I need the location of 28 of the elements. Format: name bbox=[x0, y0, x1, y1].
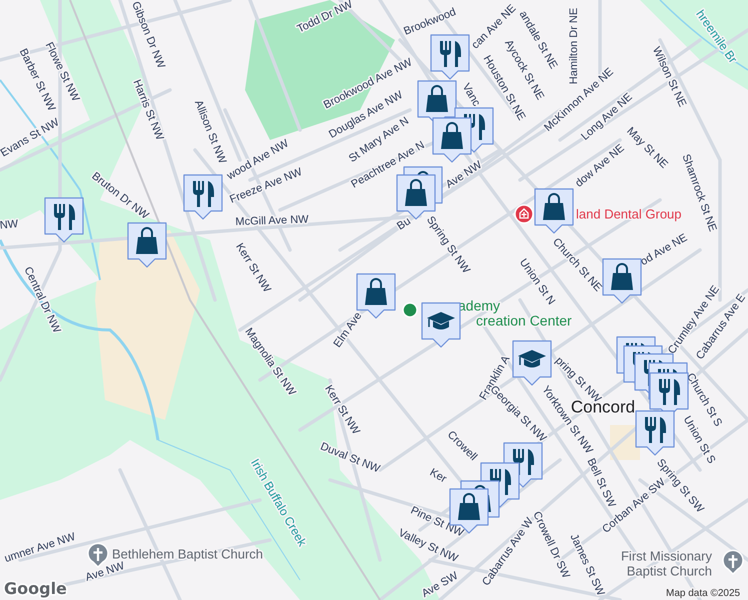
place-label: land Dental Group bbox=[576, 206, 682, 222]
place-label: creation Center bbox=[476, 312, 572, 329]
street-label: Hamilton Dr NE bbox=[568, 8, 580, 84]
google-logo: Google bbox=[4, 579, 67, 598]
street-label: Ave NW bbox=[84, 560, 126, 584]
street-label: Bell St SW bbox=[584, 456, 618, 510]
street-label: Duval St NW bbox=[318, 440, 382, 476]
place-label: Baptist Church bbox=[626, 563, 712, 578]
street-label: Ker bbox=[428, 466, 448, 486]
street-label: NW bbox=[0, 218, 19, 232]
street-label: Ave NW bbox=[444, 158, 484, 191]
place-label: First Missionary bbox=[620, 548, 712, 564]
street-label: Ave SW bbox=[420, 570, 460, 600]
cross-pin-icon[interactable] bbox=[722, 550, 744, 575]
street-label: Elm Ave bbox=[332, 310, 364, 350]
place-label: Bethlehem Baptist Church bbox=[112, 546, 264, 562]
street-label: Wilson St NE bbox=[650, 45, 688, 109]
street-label: dow Ave NE bbox=[573, 142, 627, 190]
street-label: Allison St NW bbox=[192, 98, 228, 166]
street-label: McGill Ave NW bbox=[235, 214, 309, 228]
street-label: Todd Dr NW bbox=[295, 0, 354, 36]
street-label: May St NE bbox=[624, 125, 670, 171]
street-label: Gibson Dr NW bbox=[129, 0, 167, 70]
street-label: Bu bbox=[395, 215, 413, 233]
map-attribution: Map data ©2025 bbox=[666, 588, 740, 599]
street-label: Harris St NW bbox=[130, 78, 166, 142]
street-label: umner Ave NW bbox=[3, 530, 77, 566]
street-label: od Ave NE bbox=[638, 232, 690, 268]
